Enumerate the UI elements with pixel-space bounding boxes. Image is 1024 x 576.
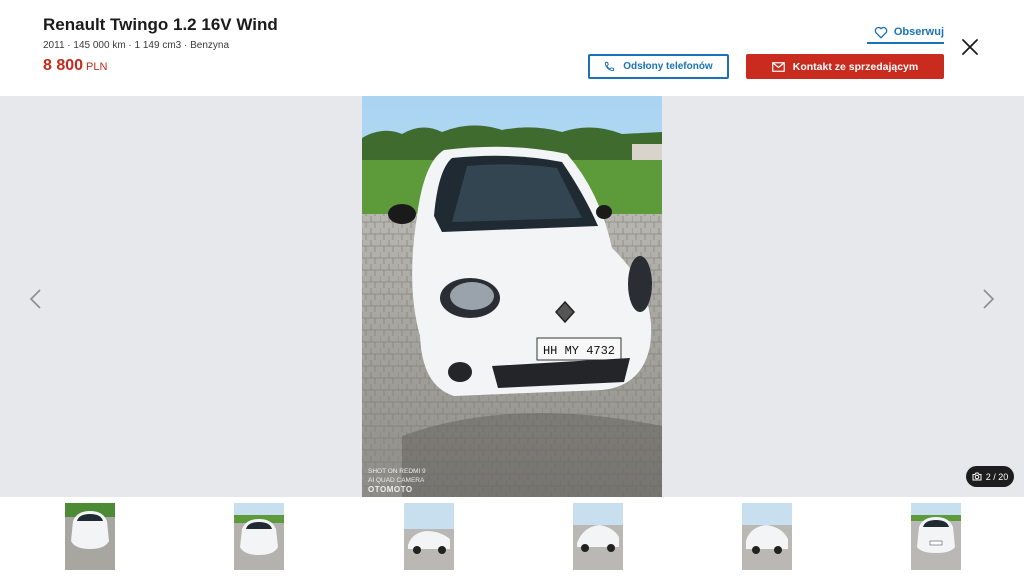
thumbnail-image (742, 503, 792, 570)
photo-counter-badge: 2 / 20 (966, 466, 1014, 487)
thumbnail-strip (0, 497, 1024, 576)
phone-icon (605, 61, 615, 72)
price-currency: PLN (86, 61, 108, 73)
chevron-right-icon[interactable] (980, 288, 996, 310)
observe-button[interactable]: Obserwuj (867, 24, 944, 44)
chevron-left-icon[interactable] (28, 288, 44, 310)
watermark-line2: AI QUAD CAMERA (368, 477, 425, 484)
license-plate-text: HH MY 4732 (543, 344, 615, 358)
show-phone-button[interactable]: Odsłony telefonów (588, 54, 729, 79)
thumbnail-image (404, 503, 454, 570)
show-phone-label: Odsłony telefonów (623, 61, 713, 72)
thumbnail-5[interactable] (742, 503, 792, 570)
thumbnail-1[interactable] (65, 503, 115, 570)
listing-specs: 2011 · 145 000 km · 1 149 cm3 · Benzyna (43, 40, 230, 51)
thumbnail-6[interactable] (911, 503, 961, 570)
photo-counter-text: 2 / 20 (985, 471, 1009, 482)
camera-icon (972, 472, 982, 481)
thumbnail-image (234, 503, 284, 570)
main-photo[interactable]: HH MY 4732 SHOT ON REDMI 9 AI QUAD CAMER… (362, 96, 662, 497)
listing-header: Renault Twingo 1.2 16V Wind 2011 · 145 0… (0, 0, 1024, 96)
close-icon[interactable] (961, 38, 979, 56)
thumbnail-4[interactable] (573, 503, 623, 570)
observe-label: Obserwuj (893, 26, 944, 38)
thumbnail-image (65, 503, 115, 570)
heart-icon (874, 26, 888, 38)
car-photo-image: HH MY 4732 (362, 96, 662, 497)
watermark-brand: OTOMOTO (368, 485, 413, 494)
price-value: 8 800 (43, 57, 84, 74)
contact-seller-button[interactable]: Kontakt ze sprzedającym (746, 54, 944, 79)
thumbnail-image (573, 503, 623, 570)
photo-watermark: SHOT ON REDMI 9 AI QUAD CAMERA OTOMOTO (368, 467, 426, 494)
watermark-line1: SHOT ON REDMI 9 (368, 468, 426, 475)
thumbnail-image (911, 503, 961, 570)
contact-seller-label: Kontakt ze sprzedającym (792, 60, 919, 73)
thumbnail-3[interactable] (404, 503, 454, 570)
envelope-icon (771, 61, 785, 72)
listing-price: 8 800 PLN (43, 57, 107, 75)
photo-gallery: HH MY 4732 SHOT ON REDMI 9 AI QUAD CAMER… (0, 96, 1024, 497)
thumbnail-2[interactable] (234, 503, 284, 570)
listing-title: Renault Twingo 1.2 16V Wind (43, 15, 278, 34)
